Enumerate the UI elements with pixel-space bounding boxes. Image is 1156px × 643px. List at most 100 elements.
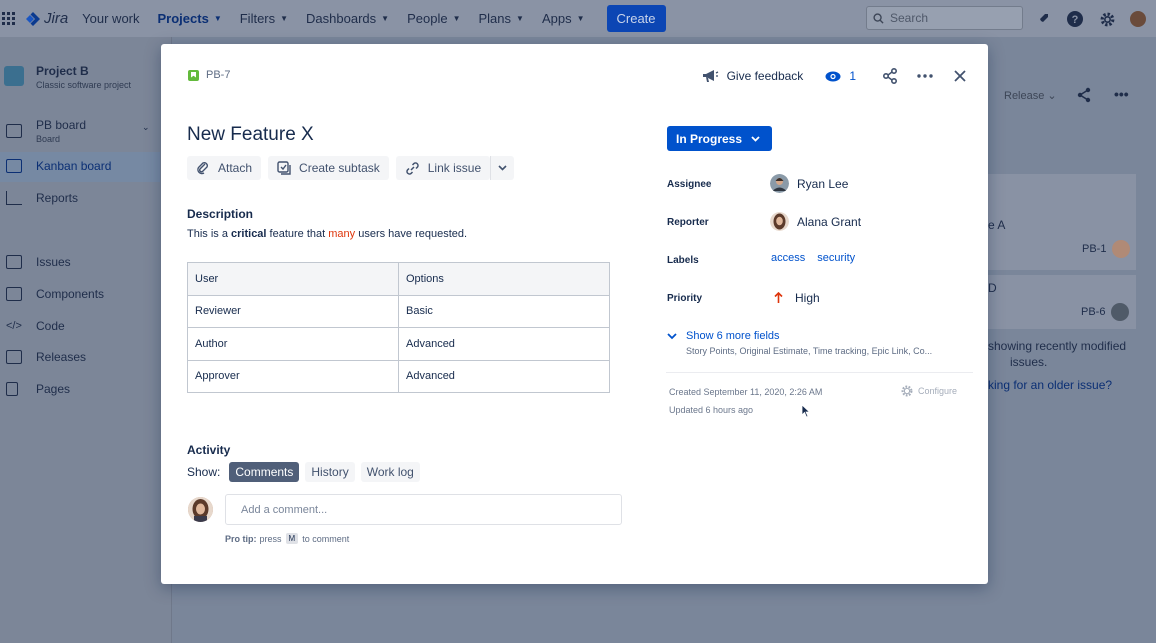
sidebar-item-label: Kanban board	[36, 159, 112, 173]
tab-history[interactable]: History	[305, 462, 355, 482]
create-subtask-label: Create subtask	[299, 161, 380, 175]
share-icon[interactable]	[1076, 87, 1092, 106]
nav-plans[interactable]: Plans ▼	[478, 11, 523, 26]
label-chip[interactable]: access	[771, 252, 805, 264]
create-button[interactable]: Create	[606, 5, 666, 32]
search-placeholder: Search	[890, 11, 929, 25]
configure-button[interactable]: Configure	[900, 384, 957, 398]
nav-filters[interactable]: Filters ▼	[240, 11, 288, 26]
show-more-fields-button[interactable]: Show 6 more fields	[667, 330, 780, 342]
status-dropdown[interactable]: In Progress	[667, 126, 772, 151]
board-name: PB board	[36, 118, 87, 132]
sidebar-item-label: Components	[36, 287, 105, 301]
attach-button[interactable]: Attach	[187, 156, 262, 180]
issue-detail-modal: PB-7 Give feedback 1 New Feature X Attac…	[161, 44, 988, 584]
attach-label: Attach	[218, 161, 253, 175]
tab-work-log[interactable]: Work log	[360, 462, 420, 482]
older-issue-link[interactable]: king for an older issue?	[988, 378, 1112, 392]
priority-high-arrow-icon	[774, 292, 783, 303]
board-sub: Board	[36, 134, 61, 144]
chevron-down-icon: ▼	[452, 14, 461, 23]
chevron-down-icon	[667, 332, 677, 339]
card-title: D	[988, 281, 997, 295]
protip-post: to comment	[302, 533, 350, 544]
labels-field[interactable]: access security	[771, 252, 867, 264]
more-actions-button[interactable]	[913, 66, 937, 86]
create-subtask-button[interactable]: Create subtask	[268, 156, 389, 180]
nav-label: Filters	[239, 11, 276, 26]
sidebar-item-pages[interactable]: Pages	[6, 382, 70, 396]
issue-key-breadcrumb[interactable]: PB-7	[188, 69, 230, 81]
nav-apps[interactable]: Apps ▼	[542, 11, 585, 26]
profile-avatar[interactable]	[1128, 9, 1148, 29]
table-row: Author Advanced	[187, 327, 610, 361]
table-cell: Author	[187, 327, 399, 361]
more-icon[interactable]: •••	[1114, 86, 1129, 102]
project-header[interactable]: Project B Classic software project	[4, 64, 131, 90]
kanban-icon	[6, 159, 22, 173]
give-feedback-button[interactable]: Give feedback	[702, 69, 803, 84]
board-selector[interactable]: PB board Board ⌄	[6, 118, 150, 144]
priority-field[interactable]: High	[770, 291, 820, 305]
table-row: Reviewer Basic	[187, 294, 610, 328]
status-label: In Progress	[676, 131, 743, 146]
board-column-header	[988, 174, 1136, 214]
desc-part2: feature that	[266, 228, 329, 240]
subtask-icon	[277, 161, 291, 175]
nav-label: Dashboards	[306, 11, 377, 26]
nav-label: People	[407, 11, 448, 26]
nav-dashboards[interactable]: Dashboards ▼	[306, 11, 389, 26]
tab-comments[interactable]: Comments	[229, 462, 300, 482]
board-card[interactable]: e A PB-1	[988, 212, 1136, 270]
comment-input[interactable]: Add a comment...	[225, 494, 622, 525]
notifications-icon[interactable]	[1032, 8, 1054, 30]
board-icon	[6, 124, 22, 138]
nav-your-work[interactable]: Your work	[82, 11, 139, 26]
assignee-field[interactable]: Ryan Lee	[770, 174, 848, 193]
issue-key: PB-7	[206, 69, 231, 81]
search-input[interactable]: Search	[866, 6, 1023, 30]
chevron-down-icon	[751, 135, 760, 142]
nav-people[interactable]: People ▼	[407, 11, 460, 26]
assignee-label: Assignee	[667, 179, 712, 190]
sidebar-item-issues[interactable]: Issues	[6, 255, 71, 269]
updated-timestamp: Updated 6 hours ago	[669, 405, 754, 415]
help-icon[interactable]: ?	[1064, 8, 1086, 30]
link-issue-button[interactable]: Link issue	[395, 156, 491, 180]
sidebar-item-reports[interactable]: Reports	[6, 191, 78, 205]
current-user-avatar	[188, 497, 213, 522]
share-button[interactable]	[878, 66, 902, 86]
project-sidebar: Project B Classic software project PB bo…	[0, 37, 172, 643]
sidebar-item-label: Code	[36, 319, 65, 333]
gear-icon	[901, 385, 913, 397]
more-toolbar-button[interactable]	[490, 156, 515, 180]
nav-projects[interactable]: Projects ▼	[158, 11, 222, 26]
close-button[interactable]	[948, 66, 972, 86]
megaphone-icon	[702, 69, 718, 82]
description-text[interactable]: This is a critical feature that many use…	[187, 228, 467, 240]
app-switcher-icon[interactable]	[2, 11, 16, 26]
release-dropdown[interactable]: Release ⌄	[1004, 89, 1057, 102]
sidebar-item-components[interactable]: Components	[6, 287, 104, 301]
share-icon	[882, 68, 897, 84]
releases-icon	[6, 350, 22, 364]
link-icon	[406, 161, 419, 175]
watch-button[interactable]: 1	[825, 69, 856, 83]
reporter-field[interactable]: Alana Grant	[770, 212, 861, 231]
board-card[interactable]: D PB-6	[988, 275, 1136, 329]
nav-items: Your work Projects ▼ Filters ▼ Dashboards ▼…	[82, 5, 666, 32]
sidebar-item-releases[interactable]: Releases	[6, 350, 86, 364]
desc-part3: users have requested.	[355, 228, 468, 240]
issue-title[interactable]: New Feature X	[187, 124, 314, 146]
table-header: User	[187, 262, 399, 296]
sidebar-item-code[interactable]: </> Code	[6, 319, 65, 333]
nav-label: Your work	[82, 11, 140, 26]
reports-icon	[6, 191, 22, 205]
svg-text:?: ?	[1072, 14, 1079, 26]
protip-key: M	[285, 533, 299, 544]
sidebar-item-kanban-board[interactable]: Kanban board	[6, 159, 111, 173]
jira-logo[interactable]: Jira	[26, 10, 68, 27]
label-chip[interactable]: security	[817, 252, 855, 264]
assignee-avatar	[770, 174, 789, 193]
settings-gear-icon[interactable]	[1096, 8, 1118, 30]
